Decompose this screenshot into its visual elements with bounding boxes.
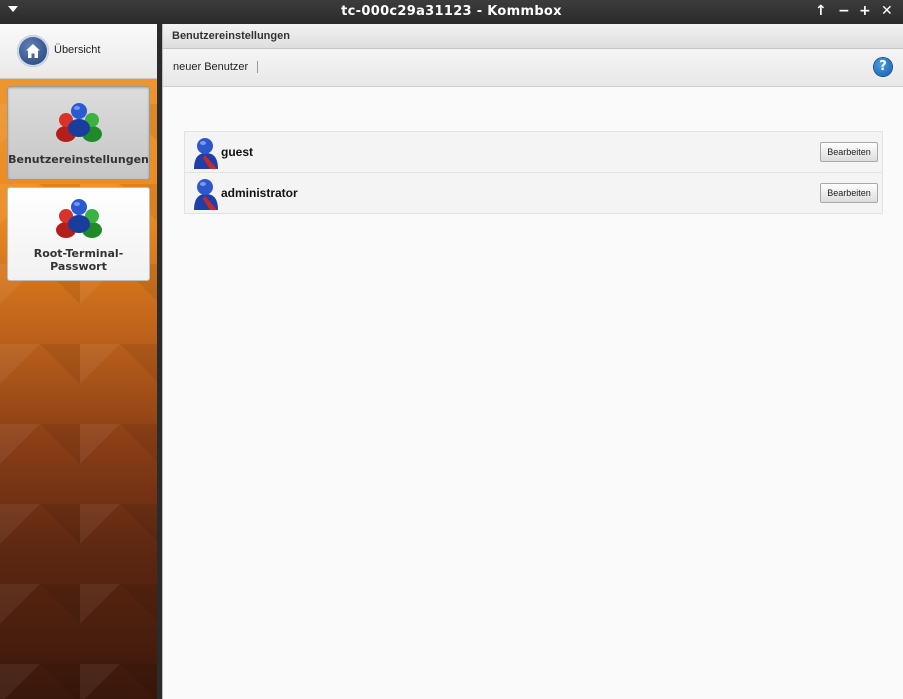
list-item: guest Bearbeiten <box>185 132 882 173</box>
sidebar-item-label: Root-Terminal-Passwort <box>33 247 124 273</box>
sidebar: Übersicht Benutzereinstellungen Root-Ter… <box>0 24 157 699</box>
maximize-icon[interactable]: + <box>859 3 871 19</box>
page-title: Benutzereinstellungen <box>172 30 290 42</box>
sidebar-item-label: Benutzereinstellungen <box>8 153 149 166</box>
home-icon <box>17 35 49 67</box>
help-icon[interactable]: ? <box>874 58 892 76</box>
edit-button[interactable]: Bearbeiten <box>820 142 878 162</box>
home-button[interactable]: Übersicht <box>0 24 157 79</box>
sidebar-item-root-terminal-passwort[interactable]: Root-Terminal-Passwort <box>7 187 150 281</box>
list-item: administrator Bearbeiten <box>185 173 882 213</box>
home-label: Übersicht <box>54 44 101 56</box>
close-icon[interactable]: ✕ <box>881 3 893 19</box>
users-group-icon <box>54 197 104 239</box>
arrow-up-icon[interactable]: ↑ <box>815 3 827 19</box>
sidebar-item-benutzereinstellungen[interactable]: Benutzereinstellungen <box>7 86 150 180</box>
toolbar: neuer Benutzer ? <box>163 49 903 87</box>
user-icon <box>191 136 221 169</box>
new-user-button[interactable]: neuer Benutzer <box>173 61 259 73</box>
user-list: guest Bearbeiten administrator Bearbeite… <box>184 131 883 214</box>
users-group-icon <box>54 101 104 143</box>
window-title: tc-000c29a31123 - Kommbox <box>341 4 562 19</box>
window-titlebar: tc-000c29a31123 - Kommbox ↑ − + ✕ <box>0 0 903 24</box>
page-header: Benutzereinstellungen <box>163 24 903 49</box>
user-icon <box>191 177 221 210</box>
edit-button[interactable]: Bearbeiten <box>820 183 878 203</box>
minimize-icon[interactable]: − <box>838 3 850 19</box>
user-name: administrator <box>221 186 298 200</box>
user-name: guest <box>221 145 254 159</box>
main-content: Benutzereinstellungen neuer Benutzer ? g… <box>162 24 903 699</box>
